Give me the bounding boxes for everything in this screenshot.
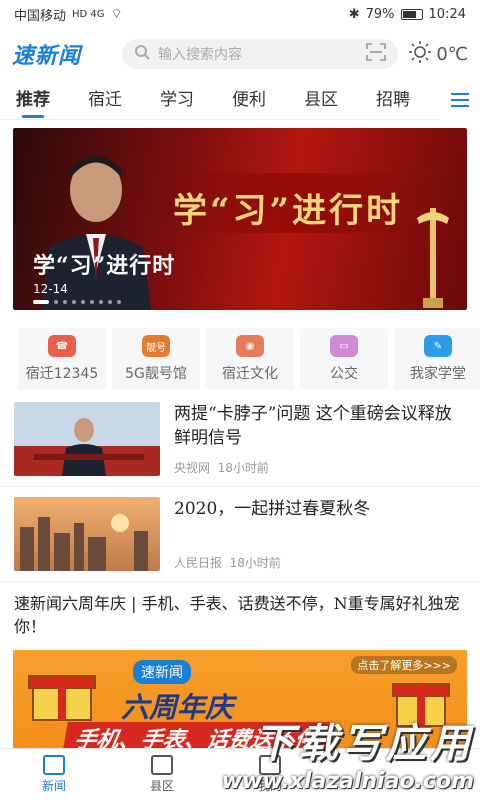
- search-bar[interactable]: 输入搜索内容: [122, 39, 399, 69]
- battery-percent: 79%: [365, 6, 395, 22]
- news-icon: [43, 755, 65, 775]
- news-item[interactable]: 2020，一起拼过春夏秋冬 人民日报 18小时前: [0, 487, 480, 582]
- news-time: 18小时前: [229, 556, 281, 570]
- network-indicator: HD 4G: [72, 8, 105, 20]
- hotline-icon: ☎: [48, 335, 76, 357]
- shortcut-label: 公交: [330, 366, 358, 382]
- shortcut-grid: ☎ 宿迁12345 靓号 5G靓号馆 ◉ 宿迁文化 ▭ 公交 ✎ 我家学堂: [0, 310, 480, 392]
- tab-convenience[interactable]: 便利: [232, 85, 266, 114]
- shortcut-label: 5G靓号馆: [125, 366, 187, 382]
- search-input[interactable]: 输入搜索内容: [158, 44, 358, 64]
- study-icon: ✎: [424, 335, 452, 357]
- promo-more-link[interactable]: 点击了解更多>>>: [351, 656, 457, 674]
- sun-icon: [408, 40, 432, 69]
- status-bar: 中国移动 HD 4G ⌔ ✱ 79% 10:24: [0, 0, 480, 28]
- tab-suqian[interactable]: 宿迁: [88, 85, 122, 114]
- bus-icon: ▭: [330, 335, 358, 357]
- nav-county[interactable]: 县区: [108, 749, 216, 800]
- news-item[interactable]: 两提“卡脖子”问题 这个重磅会议释放鲜明信号 央视网 18小时前: [0, 392, 480, 487]
- shortcut-tile[interactable]: ✎ 我家学堂: [394, 328, 480, 390]
- nav-label: 新闻: [41, 779, 66, 793]
- news-title: 2020，一起拼过春夏秋冬: [174, 499, 371, 519]
- nav-news[interactable]: 新闻: [0, 749, 108, 800]
- shortcut-tile[interactable]: ◉ 宿迁文化: [206, 328, 294, 390]
- gift-icon: [28, 675, 96, 721]
- tab-jobs[interactable]: 招聘: [376, 85, 410, 114]
- battery-icon: [400, 8, 423, 20]
- news-thumbnail: [14, 497, 160, 571]
- bluetooth-icon: ✱: [348, 6, 360, 22]
- temperature: 0℃: [436, 43, 468, 65]
- news-time: 18小时前: [217, 461, 269, 475]
- nav-label: 县区: [149, 779, 174, 793]
- banner-headline: 学“习”进行时: [173, 191, 404, 231]
- shortcut-tile[interactable]: 靓号 5G靓号馆: [112, 328, 200, 390]
- scan-icon[interactable]: [366, 43, 387, 65]
- app-logo: 速新闻: [12, 43, 82, 69]
- map-icon: [151, 755, 173, 775]
- banner-caption: 学“习”进行时: [33, 253, 176, 279]
- search-icon: [134, 44, 150, 64]
- shortcut-label: 我家学堂: [410, 366, 466, 382]
- shortcut-tile[interactable]: ▭ 公交: [300, 328, 388, 390]
- news-thumbnail: [14, 402, 160, 476]
- news-title: 两提“卡脖子”问题 这个重磅会议释放鲜明信号: [174, 404, 452, 448]
- tab-study[interactable]: 学习: [160, 85, 194, 114]
- huabiao-icon: [417, 208, 449, 308]
- profile-icon: [259, 755, 281, 775]
- wifi-icon: ⌔: [110, 7, 123, 22]
- shortcut-label: 宿迁文化: [222, 366, 278, 382]
- shortcut-label: 宿迁12345: [25, 366, 99, 382]
- carrier-label: 中国移动: [14, 8, 67, 24]
- shortcut-tile[interactable]: ☎ 宿迁12345: [18, 328, 106, 390]
- nav-label: 我的: [257, 779, 282, 793]
- promo-headline: 六周年庆: [121, 691, 234, 724]
- clock: 10:24: [428, 6, 466, 22]
- culture-icon: ◉: [236, 335, 264, 357]
- news-source: 央视网: [174, 461, 211, 475]
- weather-widget[interactable]: 0℃: [408, 40, 468, 69]
- tab-recommend[interactable]: 推荐: [16, 85, 50, 118]
- nav-mine[interactable]: 我的: [216, 749, 324, 800]
- bottom-navigation: 新闻 县区 我的: [0, 748, 480, 800]
- number-icon: 靓号: [142, 335, 170, 357]
- carousel-dots: [33, 300, 121, 304]
- promo-title[interactable]: 速新闻六周年庆 | 手机、手表、话费送不停，N重专属好礼独宠你！: [0, 582, 480, 644]
- gift-icon: [392, 683, 450, 727]
- banner-date: 12-14: [33, 282, 68, 296]
- tab-county[interactable]: 县区: [304, 85, 338, 114]
- app-header: 速新闻 输入搜索内容 0℃: [0, 28, 480, 80]
- tab-menu-icon[interactable]: [440, 80, 480, 120]
- category-tabs: 推荐 宿迁 学习 便利 县区 招聘: [0, 80, 480, 120]
- news-source: 人民日报: [174, 556, 223, 570]
- promo-brand: 速新闻: [133, 660, 191, 684]
- banner-carousel[interactable]: 学“习”进行时 学“习”进行时 12-14: [13, 128, 467, 310]
